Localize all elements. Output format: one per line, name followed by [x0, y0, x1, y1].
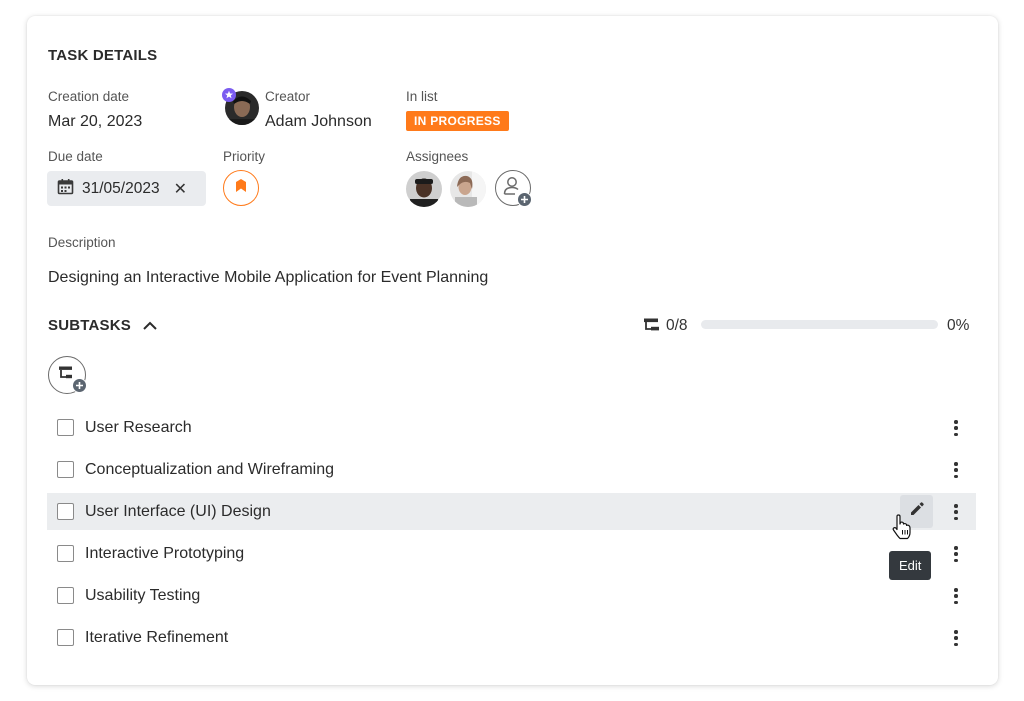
more-vertical-icon[interactable] [952, 460, 960, 480]
subtask-checkbox[interactable] [57, 587, 74, 604]
plus-badge-icon [517, 192, 532, 207]
priority-label: Priority [223, 149, 266, 164]
more-vertical-icon[interactable] [952, 502, 960, 522]
subtask-row[interactable]: Conceptualization and Wireframing [47, 451, 976, 488]
subtask-row[interactable]: Interactive Prototyping [47, 535, 976, 572]
subtask-checkbox[interactable] [57, 545, 74, 562]
due-date-value: 31/05/2023 [82, 179, 160, 197]
due-date-label: Due date [48, 149, 103, 164]
subtask-row[interactable]: Usability Testing [47, 577, 976, 614]
chevron-up-icon[interactable] [141, 317, 159, 335]
more-vertical-icon[interactable] [952, 586, 960, 606]
creator-label: Creator [265, 89, 311, 104]
subtask-checkbox[interactable] [57, 461, 74, 478]
subtask-checkbox[interactable] [57, 629, 74, 646]
close-icon[interactable]: ✕ [174, 179, 187, 199]
more-vertical-icon[interactable] [952, 418, 960, 438]
assignee-avatar[interactable] [406, 171, 442, 207]
priority-flag-icon [233, 178, 249, 199]
subtask-label: Interactive Prototyping [85, 544, 245, 562]
subtask-checkbox[interactable] [57, 419, 74, 436]
subtask-row[interactable]: User Interface (UI) Design [47, 493, 976, 530]
subtask-label: User Interface (UI) Design [85, 502, 271, 520]
subtask-label: User Research [85, 418, 192, 436]
subtask-row[interactable]: Iterative Refinement [47, 619, 976, 656]
subtasks-title: SUBTASKS [48, 317, 131, 334]
priority-button[interactable] [223, 170, 259, 206]
calendar-icon [57, 178, 74, 200]
subtask-icon [643, 317, 661, 333]
creator-name: Adam Johnson [265, 113, 372, 130]
description-label: Description [48, 235, 116, 250]
star-badge-icon [222, 88, 236, 102]
creation-date-value: Mar 20, 2023 [48, 113, 143, 130]
assignees-label: Assignees [406, 149, 469, 164]
tooltip: Edit [889, 551, 932, 580]
due-date-picker[interactable]: 31/05/2023 ✕ [47, 171, 206, 206]
task-details-card: TASK DETAILS Creation date Mar 20, 2023 … [27, 16, 998, 685]
in-list-label: In list [406, 89, 438, 104]
description-text: Designing an Interactive Mobile Applicat… [48, 269, 489, 286]
subtask-checkbox[interactable] [57, 503, 74, 520]
subtask-count: 0/8 [666, 317, 688, 334]
more-vertical-icon[interactable] [952, 544, 960, 564]
assignee-avatar[interactable] [450, 171, 486, 207]
subtask-row[interactable]: User Research [47, 409, 976, 446]
status-badge[interactable]: IN PROGRESS [406, 111, 509, 131]
more-vertical-icon[interactable] [952, 628, 960, 648]
page-title: TASK DETAILS [48, 47, 158, 64]
subtask-label: Conceptualization and Wireframing [85, 460, 335, 478]
subtask-progress-bar [701, 320, 938, 329]
subtask-label: Usability Testing [85, 586, 201, 604]
subtask-label: Iterative Refinement [85, 628, 229, 646]
hand-pointer-icon [891, 514, 913, 540]
creation-date-label: Creation date [48, 89, 130, 104]
plus-badge-icon [72, 378, 87, 393]
subtask-progress-percent: 0% [947, 317, 970, 334]
